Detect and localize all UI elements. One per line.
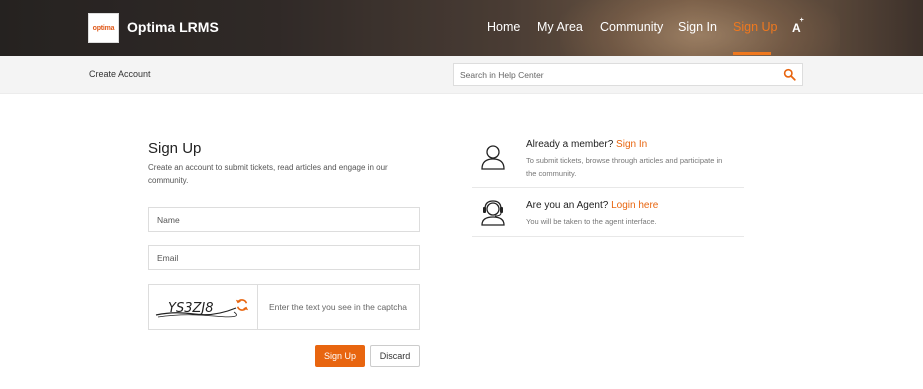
logo-text: optima: [92, 24, 115, 32]
member-description: To submit tickets, browse through articl…: [526, 156, 723, 178]
discard-button[interactable]: Discard: [370, 345, 420, 367]
search-icon[interactable]: [783, 68, 796, 81]
user-icon: [481, 145, 505, 170]
captcha-box: YS3ZJ8: [148, 284, 420, 330]
member-question: Already a member? Sign In: [526, 139, 648, 150]
captcha-image: YS3ZJ8: [155, 301, 237, 318]
search-box: [453, 63, 803, 86]
captcha-input[interactable]: [258, 285, 419, 329]
nav-active-indicator: [733, 52, 771, 55]
name-field[interactable]: [148, 207, 420, 232]
divider: [472, 187, 744, 188]
agent-headset-icon: [481, 200, 505, 226]
nav-sign-up[interactable]: Sign Up: [733, 20, 777, 34]
logo[interactable]: optima: [88, 13, 119, 43]
top-header: optima Optima LRMS Home My Area Communit…: [0, 0, 923, 56]
email-field[interactable]: [148, 245, 420, 270]
sub-bar: Create Account: [0, 56, 923, 94]
breadcrumb: Create Account: [89, 69, 151, 79]
nav-sign-in[interactable]: Sign In: [678, 20, 717, 34]
nav-community[interactable]: Community: [600, 20, 663, 34]
agent-info: Are you an Agent? Login here You will be…: [472, 198, 744, 236]
divider: [472, 236, 744, 237]
agent-question: Are you an Agent? Login here: [526, 200, 659, 211]
sign-in-link[interactable]: Sign In: [616, 139, 647, 150]
nav-home[interactable]: Home: [487, 20, 520, 34]
member-info: Already a member? Sign In To submit tick…: [472, 138, 744, 186]
brand-name[interactable]: Optima LRMS: [127, 19, 219, 35]
login-here-link[interactable]: Login here: [611, 200, 658, 211]
page-title: Sign Up: [148, 140, 202, 157]
refresh-icon[interactable]: [235, 298, 249, 312]
agent-description: You will be taken to the agent interface…: [526, 217, 657, 226]
search-input[interactable]: [454, 64, 774, 85]
page-subtitle: Create an account to submit tickets, rea…: [148, 163, 388, 185]
sign-up-button[interactable]: Sign Up: [315, 345, 365, 367]
nav-my-area[interactable]: My Area: [537, 20, 583, 34]
font-size-icon[interactable]: A+: [792, 17, 805, 35]
